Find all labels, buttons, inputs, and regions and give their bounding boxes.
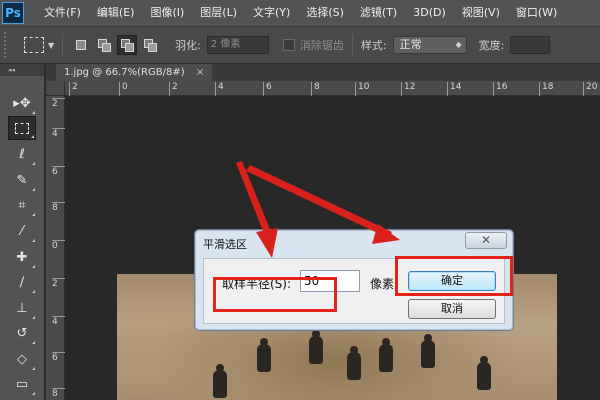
ruler-tick: 2 (69, 82, 78, 96)
vertical-ruler[interactable]: 2 4 6 8 0 2 4 6 8 (46, 96, 65, 400)
animal-figure (477, 356, 491, 390)
options-bar: ▼ 羽化: 2 像素 消除锯齿 样式: 正常 ◆ 宽度: (0, 26, 600, 64)
crop-tool-icon[interactable]: ⌗ (8, 193, 36, 217)
animal-figure (309, 330, 323, 364)
quick-select-tool-icon[interactable]: ✎ (8, 168, 36, 192)
menu-image[interactable]: 图像(I) (142, 0, 192, 26)
history-brush-tool-icon[interactable]: ↺ (8, 321, 36, 345)
intersect-selection-button[interactable] (140, 35, 160, 55)
lasso-tool-icon[interactable]: ℓ (8, 142, 36, 166)
unit-label: 像素 (370, 277, 395, 291)
menu-filter[interactable]: 滤镜(T) (352, 0, 405, 26)
add-selection-icon (97, 38, 111, 52)
antialias-label: 消除锯齿 (299, 39, 344, 52)
menu-bar: Ps 文件(F) 编辑(E) 图像(I) 图层(L) 文字(Y) 选择(S) 滤… (0, 0, 600, 26)
eyedropper-tool-icon[interactable]: ⁄ (8, 219, 36, 243)
feather-label: 羽化: (175, 39, 201, 52)
menu-view[interactable]: 视图(V) (454, 0, 508, 26)
document-tab-strip: 1.jpg @ 66.7%(RGB/8#) × (46, 64, 600, 81)
ruler-tick: 16 (493, 82, 507, 96)
divider (62, 34, 64, 56)
style-label: 样式: (360, 39, 387, 52)
highlight-box-radius (213, 277, 337, 312)
ruler-tick: 4 (52, 128, 65, 140)
ruler-tick: 8 (52, 202, 65, 214)
move-tool-icon[interactable]: ▸✥ (8, 91, 36, 115)
ruler-tick: 6 (263, 82, 272, 96)
ruler-tick: 2 (52, 98, 65, 110)
style-value: 正常 (399, 38, 422, 51)
options-grip[interactable] (4, 32, 12, 58)
ruler-tick: 0 (119, 82, 128, 96)
subtract-selection-button[interactable] (117, 35, 138, 55)
ruler-tick: 2 (52, 278, 65, 290)
intersect-selection-icon (143, 38, 157, 52)
dialog-title: 平滑选区 (203, 238, 247, 251)
antialias-checkbox[interactable] (282, 39, 295, 51)
width-label: 宽度: (478, 39, 505, 52)
ruler-tick: 8 (52, 388, 65, 400)
gradient-tool-icon[interactable]: ▭ (8, 372, 36, 396)
ruler-tick: 20 (583, 82, 597, 96)
new-selection-button[interactable] (71, 35, 91, 55)
style-select[interactable]: 正常 ◆ (392, 36, 467, 54)
menu-edit[interactable]: 编辑(E) (89, 0, 143, 26)
preset-dropdown-icon[interactable]: ▼ (48, 41, 54, 50)
ruler-origin[interactable] (46, 81, 65, 96)
menu-window[interactable]: 窗口(W) (508, 0, 565, 26)
rect-marquee-tool-icon[interactable] (8, 116, 36, 140)
animal-figure (421, 334, 435, 368)
healing-brush-tool-icon[interactable]: ✚ (8, 245, 36, 269)
cancel-button[interactable]: 取消 (408, 299, 496, 319)
marquee-preset-icon[interactable] (24, 37, 44, 53)
document-tab[interactable]: 1.jpg @ 66.7%(RGB/8#) × (56, 64, 213, 81)
menu-3d[interactable]: 3D(D) (405, 0, 454, 26)
ruler-tick: 18 (539, 82, 553, 96)
animal-figure (379, 338, 393, 372)
close-icon[interactable]: ✕ (465, 232, 507, 249)
menu-select[interactable]: 选择(S) (298, 0, 352, 26)
photoshop-logo: Ps (2, 2, 24, 24)
animal-figure (257, 338, 271, 372)
clone-stamp-tool-icon[interactable]: ⊥ (8, 296, 36, 320)
rect-marquee-icon (15, 122, 29, 134)
ruler-tick: 6 (52, 352, 65, 364)
toolbox-collapse-icon[interactable]: ◂◂ (0, 64, 44, 76)
ruler-tick: 6 (52, 166, 65, 178)
highlight-box-ok (395, 256, 513, 296)
ruler-tick: 12 (401, 82, 415, 96)
subtract-selection-icon (120, 38, 134, 52)
animal-figure (347, 346, 361, 380)
eraser-tool-icon[interactable]: ◇ (8, 347, 36, 371)
new-selection-icon (76, 40, 87, 50)
document-tab-title: 1.jpg @ 66.7%(RGB/8#) (64, 67, 185, 78)
menu-layer[interactable]: 图层(L) (192, 0, 245, 26)
menu-type[interactable]: 文字(Y) (245, 0, 298, 26)
ruler-tick: 4 (52, 316, 65, 328)
ruler-tick: 8 (311, 82, 320, 96)
feather-input[interactable]: 2 像素 (206, 36, 269, 54)
ruler-tick: 4 (215, 82, 224, 96)
add-selection-button[interactable] (94, 35, 114, 55)
animal-figure (213, 364, 227, 398)
width-input[interactable] (510, 36, 551, 54)
ruler-tick: 14 (447, 82, 461, 96)
divider (351, 34, 353, 56)
menu-file[interactable]: 文件(F) (36, 0, 89, 26)
chevron-updown-icon: ◆ (455, 40, 462, 49)
close-icon[interactable]: × (196, 67, 204, 78)
ruler-tick: 2 (169, 82, 178, 96)
toolbox: ◂◂ ▸✥ ℓ ✎ ⌗ ⁄ ✚ ∕ ⊥ ↺ ◇ ▭ (0, 64, 45, 400)
ruler-tick: 10 (355, 82, 369, 96)
brush-tool-icon[interactable]: ∕ (8, 270, 36, 294)
horizontal-ruler[interactable]: 2 0 2 4 6 8 10 12 14 16 18 20 (65, 81, 600, 96)
ruler-tick: 0 (52, 240, 65, 252)
